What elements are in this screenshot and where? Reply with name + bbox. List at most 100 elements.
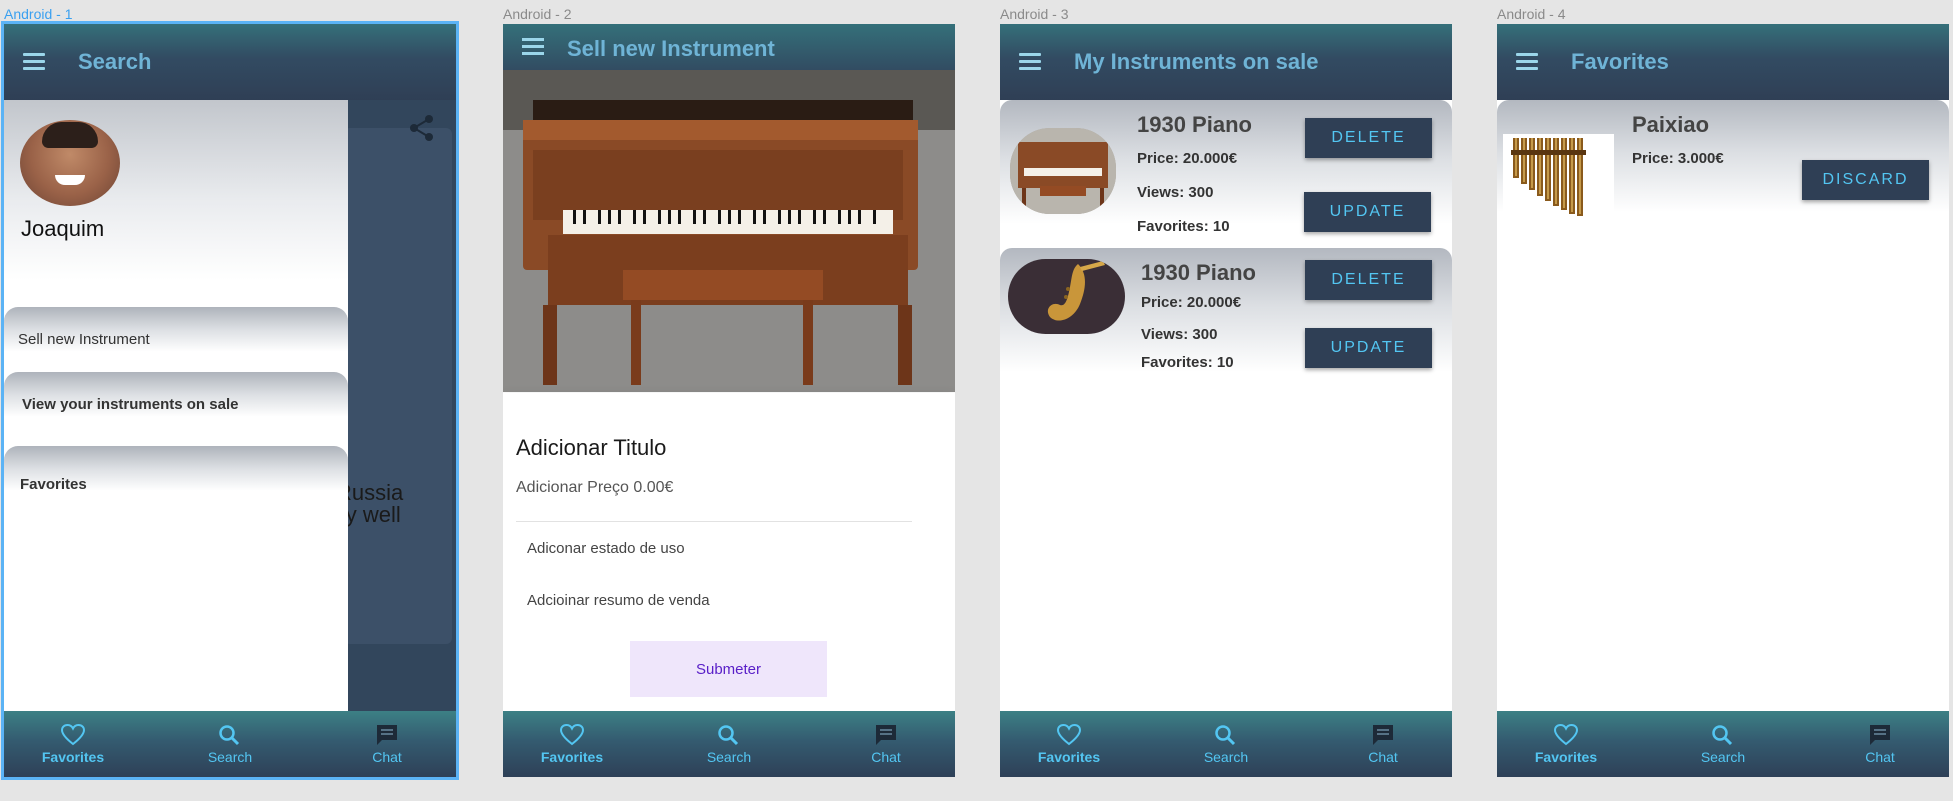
condition-field[interactable]: Adiconar estado de uso [527,540,685,557]
nav-favorites[interactable]: Favorites [1531,711,1601,777]
share-icon[interactable] [409,114,435,147]
instrument-name: 1930 Piano [1141,260,1256,285]
search-icon [718,725,739,746]
nav-label: Favorites [1037,749,1101,765]
android-1-frame: Search Russia lly well Joaquim Sell new … [1,21,459,780]
instrument-price: Price: 20.000€ [1141,294,1242,311]
drawer-item-label: Sell new Instrument [18,331,150,348]
delete-button[interactable]: DELETE [1305,118,1432,158]
nav-label: Favorites [1534,749,1598,765]
heart-icon [1553,723,1579,746]
navigation-drawer: Joaquim Sell new Instrument View your in… [4,100,348,711]
nav-label: Search [1203,749,1249,765]
nav-chat[interactable]: Chat [1348,711,1418,777]
update-button[interactable]: UPDATE [1305,328,1432,368]
instrument-thumbnail [1008,259,1125,334]
frame-label-android-2: Android - 2 [503,6,572,22]
nav-label: Search [207,749,253,765]
price-field[interactable]: Adicionar Preço 0.00€ [516,479,673,497]
summary-field[interactable]: Adcioinar resumo de venda [527,592,710,609]
android-2-frame: Sell new Instrument Adicionar Titulo Adi… [503,24,955,777]
drawer-item-favorites[interactable]: Favorites [4,446,348,510]
list-item[interactable]: 1930 Piano Price: 20.000€ Views: 300 Fav… [1000,248,1452,394]
instrument-favorites: Favorites: 10 [1141,354,1234,371]
nav-label: Favorites [540,749,604,765]
discard-button[interactable]: DISCARD [1802,160,1929,200]
drawer-item-label: View your instruments on sale [22,396,239,413]
nav-search[interactable]: Search [1191,711,1261,777]
nav-label: Search [706,749,752,765]
nav-label: Favorites [41,749,105,765]
avatar [20,120,120,206]
nav-search[interactable]: Search [694,711,764,777]
submit-button[interactable]: Submeter [630,641,827,697]
sell-form: Adicionar Titulo Adicionar Preço 0.00€ A… [503,393,955,711]
menu-icon[interactable] [1019,53,1043,71]
menu-icon[interactable] [1516,53,1540,71]
drawer-header: Joaquim [4,100,348,280]
heart-icon [559,723,585,746]
chat-icon [377,725,397,745]
page-title: Sell new Instrument [567,36,775,61]
nav-label: Chat [372,749,402,765]
nav-chat[interactable]: Chat [1845,711,1915,777]
heart-icon [1056,723,1082,746]
heart-icon [60,723,86,746]
delete-button[interactable]: DELETE [1305,260,1432,300]
drawer-item-my-instruments[interactable]: View your instruments on sale [4,372,348,436]
instrument-price: Price: 20.000€ [1137,150,1238,167]
instrument-views: Views: 300 [1137,184,1214,201]
background-card: Russia lly well [336,128,452,644]
instrument-favorites: Favorites: 10 [1137,218,1230,235]
android-4-frame: Favorites Paixiao Price: 3.000€ DISCARD … [1497,24,1949,777]
page-title: Favorites [1571,49,1669,74]
nav-search[interactable]: Search [195,711,265,777]
app-bar: Favorites [1497,24,1949,100]
drawer-item-sell[interactable]: Sell new Instrument [4,307,348,371]
list-item[interactable]: 1930 Piano Price: 20.000€ Views: 300 Fav… [1000,100,1452,246]
instrument-thumbnail [1503,134,1614,218]
app-bar: Sell new Instrument [503,24,955,70]
drawer-item-label: Favorites [20,476,87,493]
search-icon [1712,725,1733,746]
update-button[interactable]: UPDATE [1304,192,1431,232]
frame-label-android-1: Android - 1 [4,6,73,22]
search-icon [1215,725,1236,746]
chat-icon [1373,725,1393,745]
nav-favorites[interactable]: Favorites [1034,711,1104,777]
divider [516,521,912,522]
nav-favorites[interactable]: Favorites [537,711,607,777]
page-title: My Instruments on sale [1074,49,1319,74]
nav-chat[interactable]: Chat [851,711,921,777]
android-3-frame: My Instruments on sale 1930 Piano Price:… [1000,24,1452,777]
frame-label-android-4: Android - 4 [1497,6,1566,22]
app-bar: Search [4,24,456,100]
nav-chat[interactable]: Chat [352,711,422,777]
bottom-navigation: Favorites Search Chat [1497,711,1949,777]
menu-icon[interactable] [522,38,544,56]
bottom-navigation: Favorites Search Chat [503,711,955,777]
search-icon [219,725,240,746]
page-title: Search [78,49,152,74]
instrument-thumbnail [1010,128,1116,214]
nav-search[interactable]: Search [1688,711,1758,777]
menu-icon[interactable] [23,53,47,71]
nav-favorites[interactable]: Favorites [38,711,108,777]
instrument-price: Price: 3.000€ [1632,150,1724,167]
instrument-name: Paixiao [1632,112,1710,137]
chat-icon [1870,725,1890,745]
app-bar: My Instruments on sale [1000,24,1452,100]
nav-label: Chat [871,749,901,765]
bottom-navigation: Favorites Search Chat [1000,711,1452,777]
nav-label: Chat [1368,749,1398,765]
nav-label: Chat [1865,749,1895,765]
frame-label-android-3: Android - 3 [1000,6,1069,22]
instrument-photo[interactable] [503,70,955,392]
nav-label: Search [1700,749,1746,765]
instrument-name: 1930 Piano [1137,112,1252,137]
title-field[interactable]: Adicionar Titulo [516,435,666,461]
list-item[interactable]: Paixiao Price: 3.000€ DISCARD [1497,100,1949,232]
bottom-navigation: Favorites Search Chat [4,711,456,777]
username: Joaquim [21,216,105,241]
instrument-views: Views: 300 [1141,326,1218,343]
